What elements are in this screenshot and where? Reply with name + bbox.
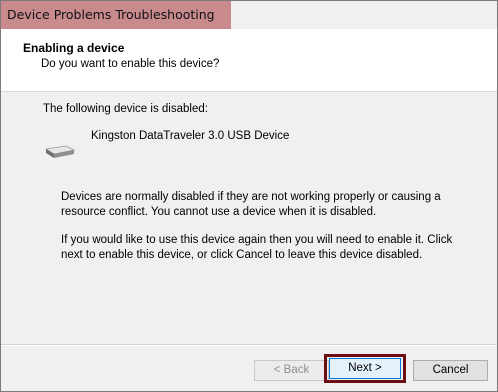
wizard-header: Enabling a device Do you want to enable … bbox=[1, 29, 497, 92]
page-subtitle: Do you want to enable this device? bbox=[41, 58, 220, 70]
page-title: Enabling a device bbox=[23, 41, 125, 55]
wizard-body: The following device is disabled: Kingst… bbox=[1, 92, 497, 341]
usb-drive-icon bbox=[44, 145, 76, 158]
wizard-window: Device Problems Troubleshooting Wizard E… bbox=[0, 0, 498, 392]
explanation-paragraph: Devices are normally disabled if they ar… bbox=[61, 191, 441, 218]
intro-text: The following device is disabled: bbox=[43, 103, 208, 115]
footer-divider bbox=[1, 344, 497, 346]
device-name: Kingston DataTraveler 3.0 USB Device bbox=[91, 130, 290, 142]
cancel-button[interactable]: Cancel bbox=[413, 360, 488, 381]
window-title: Device Problems Troubleshooting Wizard bbox=[1, 1, 231, 50]
instruction-paragraph: If you would like to use this device aga… bbox=[61, 234, 453, 261]
back-button[interactable]: < Back bbox=[254, 360, 329, 381]
next-button[interactable]: Next > bbox=[329, 358, 401, 379]
